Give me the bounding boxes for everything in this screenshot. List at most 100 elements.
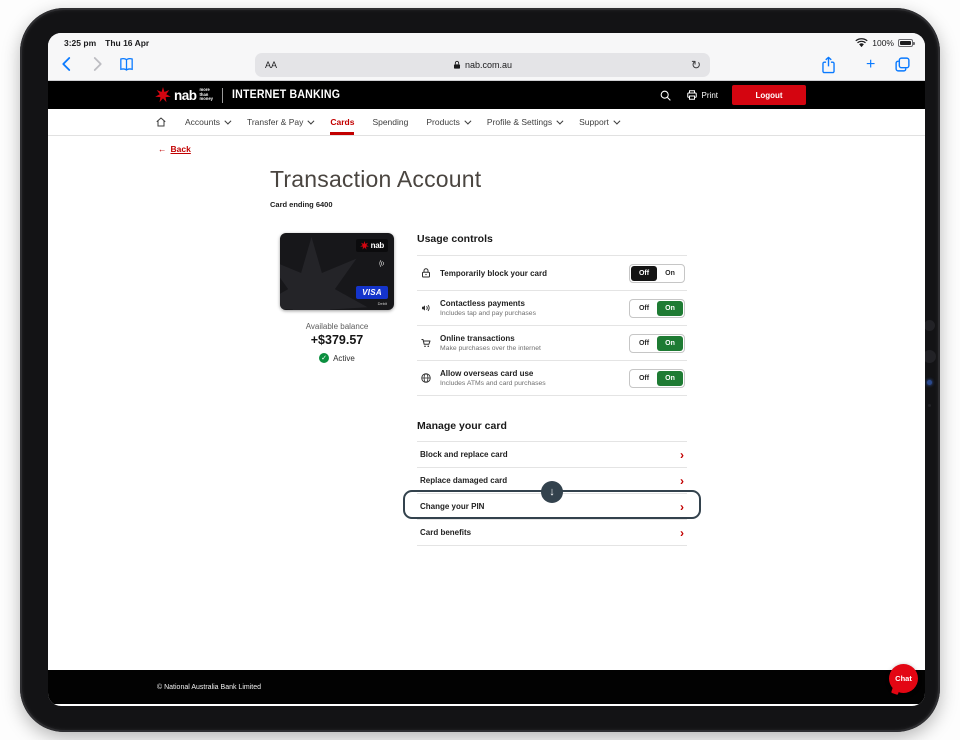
browser-forward-button[interactable] xyxy=(88,55,106,73)
toggle-off-label[interactable]: Off xyxy=(631,265,657,281)
page-content: ← Back Transaction Account Card ending 6… xyxy=(48,136,925,670)
toggle-on-label[interactable]: On xyxy=(657,335,683,351)
contactless-icon xyxy=(419,302,432,314)
cart-icon xyxy=(419,337,432,349)
chevron-down-icon xyxy=(464,117,472,125)
balance-label: Available balance xyxy=(305,322,369,331)
microphone-dot xyxy=(928,404,931,407)
screen: 3:25 pm Thu 16 Apr 100% AA nab.com.au ↻ … xyxy=(48,33,925,706)
nav-label: Support xyxy=(579,117,609,127)
usage-controls-heading: Usage controls xyxy=(417,233,493,245)
card-type-text: Debit xyxy=(377,301,387,306)
status-bar: 3:25 pm Thu 16 Apr 100% xyxy=(48,33,925,49)
brand-name: nab xyxy=(174,87,197,103)
battery-icon xyxy=(898,39,915,47)
page-title: Transaction Account xyxy=(270,166,482,192)
nav-item-transfer-pay[interactable]: Transfer & Pay xyxy=(247,109,315,135)
page-footer: © National Australia Bank Limited xyxy=(48,670,925,704)
toggle-off-label[interactable]: Off xyxy=(631,301,657,316)
manage-item-card-benefits[interactable]: Card benefits › xyxy=(417,519,687,545)
control-label: Allow overseas card use xyxy=(440,369,534,379)
nab-header: nab more than money INTERNET BANKING Pri… xyxy=(48,81,925,109)
toggle-contactless[interactable]: Off On xyxy=(629,298,685,318)
nav-item-accounts[interactable]: Accounts xyxy=(185,109,232,135)
back-label: Back xyxy=(170,144,191,154)
chevron-right-icon: › xyxy=(680,447,684,462)
nav-label: Accounts xyxy=(185,117,220,127)
visa-logo: VISA xyxy=(356,286,388,299)
manage-item-label: Change your PIN xyxy=(420,502,485,511)
manage-card-section: Manage your card Block and replace card … xyxy=(403,420,701,546)
card-nab-logo: nab xyxy=(355,239,388,252)
address-bar[interactable]: AA nab.com.au ↻ xyxy=(255,53,710,77)
nav-home[interactable] xyxy=(155,109,167,135)
new-tab-icon[interactable]: + xyxy=(866,57,875,73)
status-time: 3:25 pm xyxy=(64,38,97,48)
chevron-right-icon: › xyxy=(680,473,684,488)
toggle-off-label[interactable]: Off xyxy=(631,371,657,386)
wifi-icon xyxy=(855,38,868,48)
chevron-right-icon: › xyxy=(680,499,684,514)
toggle-block-card[interactable]: Off On xyxy=(629,263,685,283)
toggle-off-label[interactable]: Off xyxy=(631,336,657,351)
control-row-overseas: Allow overseas card use Includes ATMs an… xyxy=(417,360,687,395)
app-title: INTERNET BANKING xyxy=(232,89,341,101)
camera-lens xyxy=(924,320,935,331)
reader-mode-button[interactable]: AA xyxy=(265,60,277,70)
nav-item-spending[interactable]: Spending xyxy=(372,109,408,135)
print-label: Print xyxy=(701,90,718,100)
lock-icon xyxy=(453,60,460,69)
card-summary: nab VISA Debit Available balance +$379.5… xyxy=(280,233,394,365)
chevron-down-icon xyxy=(307,117,315,125)
camera-glint xyxy=(927,380,932,385)
share-icon[interactable] xyxy=(820,56,837,74)
toggle-on-label[interactable]: On xyxy=(657,370,683,386)
visa-text: VISA xyxy=(362,288,382,297)
nab-logo[interactable]: nab more than money INTERNET BANKING xyxy=(155,87,350,103)
toggle-on-label[interactable]: On xyxy=(657,300,683,316)
nav-item-support[interactable]: Support xyxy=(579,109,621,135)
nav-item-products[interactable]: Products xyxy=(426,109,472,135)
nav-item-profile-settings[interactable]: Profile & Settings xyxy=(487,109,564,135)
tabs-icon[interactable] xyxy=(894,56,911,73)
nav-label: Products xyxy=(426,117,460,127)
url-text: nab.com.au xyxy=(464,60,513,70)
ipad-frame: 3:25 pm Thu 16 Apr 100% AA nab.com.au ↻ … xyxy=(20,8,940,732)
card-brand-text: nab xyxy=(370,241,385,250)
chat-button[interactable]: Chat xyxy=(889,664,918,693)
control-sublabel: Includes ATMs and card purchases xyxy=(440,379,546,387)
back-arrow-icon: ← xyxy=(158,144,167,154)
down-arrow-icon: ↓ xyxy=(549,486,555,498)
control-row-block-card: Temporarily block your card Off On xyxy=(417,255,687,290)
reload-button[interactable]: ↻ xyxy=(691,59,701,71)
status-date: Thu 16 Apr xyxy=(105,38,150,48)
logo-divider xyxy=(222,87,224,103)
scroll-indicator: ↓ xyxy=(541,481,563,503)
toggle-overseas[interactable]: Off On xyxy=(629,368,685,388)
nab-star-icon xyxy=(155,87,171,103)
search-icon[interactable] xyxy=(659,89,672,102)
tagline-line: money xyxy=(199,96,214,102)
chevron-down-icon xyxy=(613,117,621,125)
nav-item-cards[interactable]: Cards xyxy=(330,109,355,135)
page-background: 3:25 pm Thu 16 Apr 100% AA nab.com.au ↻ … xyxy=(0,0,960,740)
toggle-online[interactable]: Off On xyxy=(629,333,685,353)
manage-item-label: Card benefits xyxy=(420,528,472,537)
logout-button[interactable]: Logout xyxy=(732,85,806,105)
browser-back-button[interactable] xyxy=(58,55,76,73)
control-row-contactless: Contactless payments Includes tap and pa… xyxy=(417,290,687,325)
bookmarks-icon[interactable] xyxy=(118,56,135,73)
toggle-on-label[interactable]: On xyxy=(657,266,683,281)
chat-label: Chat xyxy=(895,674,912,683)
main-navigation: Accounts Transfer & Pay Cards Spending P… xyxy=(48,109,925,136)
print-button[interactable]: Print xyxy=(686,89,718,101)
card-status-badge: ✓ Active xyxy=(319,353,355,363)
back-link[interactable]: ← Back xyxy=(158,144,191,154)
control-sublabel: Includes tap and pay purchases xyxy=(440,309,536,317)
chevron-down-icon xyxy=(224,117,232,125)
manage-item-label: Block and replace card xyxy=(420,450,508,459)
nab-star-icon xyxy=(359,241,369,250)
manage-item-block-replace[interactable]: Block and replace card › xyxy=(417,441,687,467)
control-label: Temporarily block your card xyxy=(440,268,547,278)
bank-card-image: nab VISA Debit xyxy=(280,233,394,310)
